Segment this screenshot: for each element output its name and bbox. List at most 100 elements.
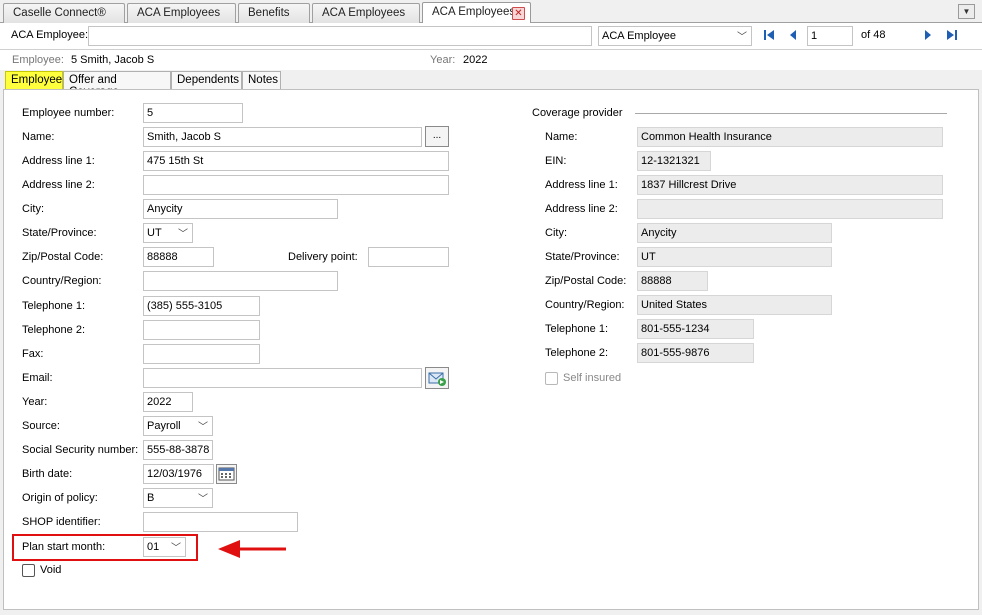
tab-menu-chevron-icon[interactable]: ▼ bbox=[958, 4, 975, 19]
source-select[interactable]: Payroll ﹀ bbox=[143, 416, 213, 436]
birth-date-label: Birth date: bbox=[22, 468, 73, 480]
country-label: Country/Region: bbox=[22, 275, 102, 287]
telephone-1-input[interactable]: (385) 555-3105 bbox=[143, 296, 260, 316]
ssn-input[interactable]: 555-88-3878 bbox=[143, 440, 213, 460]
provider-state-label: State/Province: bbox=[545, 251, 620, 263]
tab-aca-employees-active[interactable]: ACA Employees ✕ bbox=[422, 2, 531, 24]
next-record-icon[interactable] bbox=[923, 29, 933, 41]
telephone-2-input[interactable] bbox=[143, 320, 260, 340]
provider-name-label: Name: bbox=[545, 131, 578, 143]
employee-info-value: 5 Smith, Jacob S bbox=[71, 54, 155, 66]
name-lookup-button[interactable]: ... bbox=[425, 126, 449, 147]
section-divider bbox=[635, 113, 947, 114]
coverage-provider-heading: Coverage provider bbox=[532, 107, 623, 119]
document-tab-strip: Caselle Connect® ACA Employees Benefits … bbox=[0, 0, 982, 24]
tab-aca-employees-1[interactable]: ACA Employees bbox=[127, 3, 236, 23]
subtab-dependents[interactable]: Dependents bbox=[171, 71, 242, 89]
provider-address-1-field: 1837 Hillcrest Drive bbox=[637, 175, 943, 195]
provider-address-1-label: Address line 1: bbox=[545, 179, 618, 191]
provider-telephone-1-field: 801-555-1234 bbox=[637, 319, 754, 339]
provider-city-label: City: bbox=[545, 227, 567, 239]
void-checkbox[interactable] bbox=[22, 564, 35, 577]
address-line-2-label: Address line 2: bbox=[22, 179, 95, 191]
aca-employee-input[interactable] bbox=[88, 26, 592, 46]
provider-zip-field: 88888 bbox=[637, 271, 708, 291]
shop-identifier-input[interactable] bbox=[143, 512, 298, 532]
provider-name-field: Common Health Insurance bbox=[637, 127, 943, 147]
employee-info-row: Employee: 5 Smith, Jacob S Year: 2022 bbox=[0, 50, 982, 70]
email-label: Email: bbox=[22, 372, 53, 384]
tab-aca-employees-2[interactable]: ACA Employees bbox=[312, 3, 420, 23]
origin-of-policy-select[interactable]: B ﹀ bbox=[143, 488, 213, 508]
subtab-employee[interactable]: Employee bbox=[5, 71, 63, 89]
aca-employee-label: ACA Employee: bbox=[11, 29, 89, 41]
chevron-down-icon: ﹀ bbox=[178, 229, 188, 240]
city-label: City: bbox=[22, 203, 44, 215]
employee-number-input[interactable]: 5 bbox=[143, 103, 243, 123]
name-input[interactable]: Smith, Jacob S bbox=[143, 127, 422, 147]
telephone-1-label: Telephone 1: bbox=[22, 300, 85, 312]
tab-benefits[interactable]: Benefits bbox=[238, 3, 310, 23]
void-label: Void bbox=[40, 564, 62, 576]
first-record-icon[interactable] bbox=[763, 29, 775, 41]
record-number-input[interactable]: 1 bbox=[807, 26, 853, 46]
annotation-arrow-icon bbox=[218, 540, 286, 558]
last-record-icon[interactable] bbox=[946, 29, 958, 41]
provider-telephone-2-field: 801-555-9876 bbox=[637, 343, 754, 363]
origin-of-policy-label: Origin of policy: bbox=[22, 492, 98, 504]
chevron-down-icon: ﹀ bbox=[198, 494, 208, 505]
previous-record-icon[interactable] bbox=[788, 29, 798, 41]
year-info-value: 2022 bbox=[463, 54, 488, 66]
email-send-icon bbox=[428, 372, 446, 386]
subtab-notes[interactable]: Notes bbox=[242, 71, 281, 89]
provider-country-field: United States bbox=[637, 295, 832, 315]
employee-number-label: Employee number: bbox=[22, 107, 115, 119]
employee-info-label: Employee: bbox=[12, 54, 64, 66]
delivery-point-input[interactable] bbox=[368, 247, 449, 267]
provider-city-field: Anycity bbox=[637, 223, 832, 243]
year-input[interactable]: 2022 bbox=[143, 392, 193, 412]
record-total: of 48 bbox=[861, 29, 886, 41]
provider-country-label: Country/Region: bbox=[545, 299, 625, 311]
state-label: State/Province: bbox=[22, 227, 97, 239]
calendar-icon bbox=[218, 467, 235, 481]
self-insured-checkbox[interactable] bbox=[545, 372, 558, 385]
state-select[interactable]: UT ﹀ bbox=[143, 223, 193, 243]
fax-input[interactable] bbox=[143, 344, 260, 364]
email-input[interactable] bbox=[143, 368, 422, 388]
year-info-label: Year: bbox=[430, 54, 456, 66]
provider-address-2-label: Address line 2: bbox=[545, 203, 618, 215]
country-input[interactable] bbox=[143, 271, 338, 291]
birth-date-input[interactable]: 12/03/1976 bbox=[143, 464, 214, 484]
provider-address-2-field bbox=[637, 199, 943, 219]
provider-telephone-2-label: Telephone 2: bbox=[545, 347, 608, 359]
provider-zip-label: Zip/Postal Code: bbox=[545, 275, 627, 287]
city-input[interactable]: Anycity bbox=[143, 199, 338, 219]
view-select[interactable]: ACA Employee ﹀ bbox=[598, 26, 752, 46]
address-line-2-input[interactable] bbox=[143, 175, 449, 195]
source-label: Source: bbox=[22, 420, 60, 432]
provider-state-field: UT bbox=[637, 247, 832, 267]
provider-ein-field: 12-1321321 bbox=[637, 151, 711, 171]
plan-start-month-highlight bbox=[12, 534, 198, 561]
zip-input[interactable]: 88888 bbox=[143, 247, 214, 267]
send-email-button[interactable] bbox=[425, 367, 449, 389]
zip-label: Zip/Postal Code: bbox=[22, 251, 104, 263]
telephone-2-label: Telephone 2: bbox=[22, 324, 85, 336]
year-label: Year: bbox=[22, 396, 48, 408]
close-tab-icon[interactable]: ✕ bbox=[512, 7, 525, 20]
subtab-offer-and-coverage[interactable]: Offer and Coverage bbox=[63, 71, 171, 98]
provider-ein-label: EIN: bbox=[545, 155, 567, 167]
shop-identifier-label: SHOP identifier: bbox=[22, 516, 101, 528]
ssn-label: Social Security number: bbox=[22, 444, 139, 456]
chevron-down-icon: ﹀ bbox=[198, 422, 208, 433]
tab-caselle-connect[interactable]: Caselle Connect® bbox=[3, 3, 125, 23]
name-label: Name: bbox=[22, 131, 55, 143]
chevron-down-icon: ﹀ bbox=[737, 32, 747, 43]
delivery-point-label: Delivery point: bbox=[288, 251, 358, 263]
address-line-1-input[interactable]: 475 15th St bbox=[143, 151, 449, 171]
fax-label: Fax: bbox=[22, 348, 44, 360]
birth-date-picker-button[interactable] bbox=[216, 464, 237, 484]
address-line-1-label: Address line 1: bbox=[22, 155, 95, 167]
self-insured-label: Self insured bbox=[563, 372, 622, 384]
